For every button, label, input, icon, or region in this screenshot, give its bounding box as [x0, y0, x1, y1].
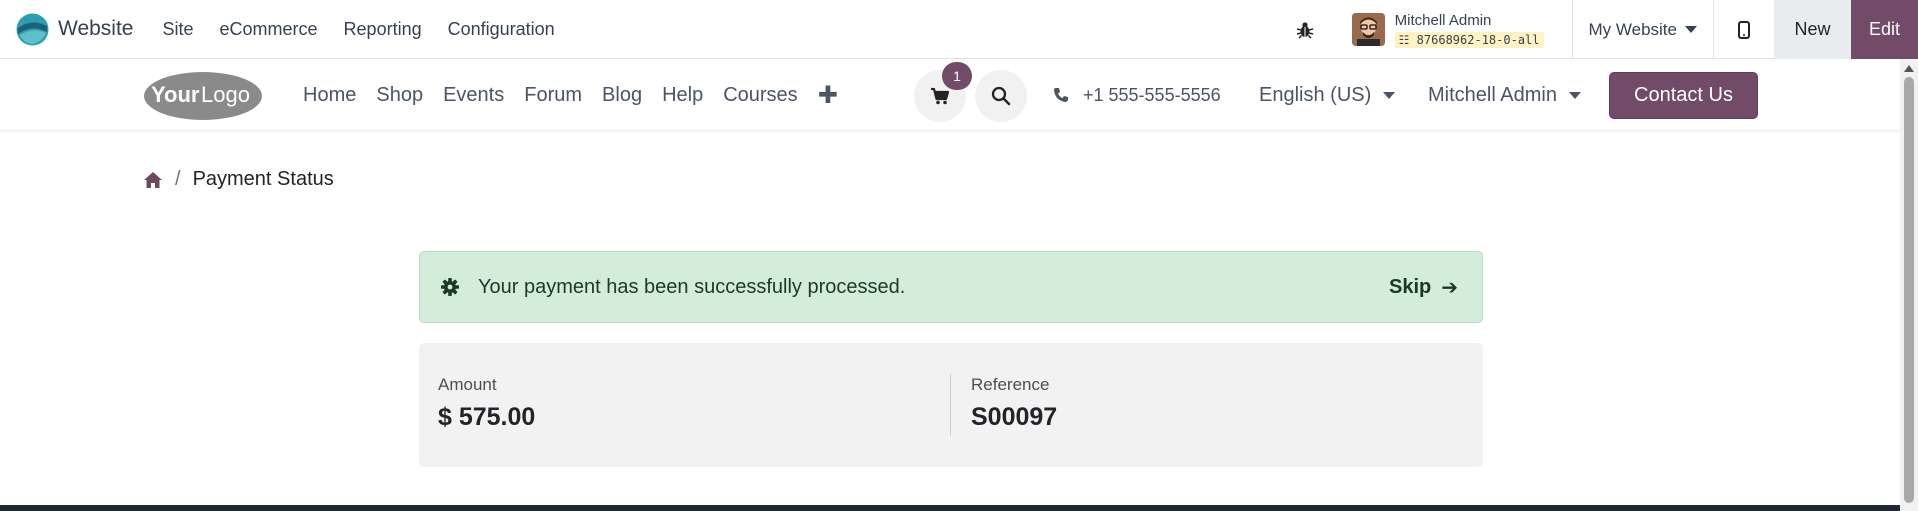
amount-value: $ 575.00	[438, 403, 536, 431]
scroll-thumb[interactable]	[1904, 77, 1914, 503]
database-badge: ☷ 87668962-18-0-all	[1394, 31, 1544, 48]
svg-text:Logo: Logo	[201, 82, 250, 107]
menu-configuration[interactable]: Configuration	[435, 19, 568, 40]
backend-right-tools: Mitchell Admin ☷ 87668962-18-0-all My We…	[1294, 0, 1918, 59]
avatar	[1351, 13, 1385, 46]
chevron-down-icon	[1383, 91, 1396, 99]
nav-help[interactable]: Help	[652, 84, 713, 107]
reference-block: Reference S00097	[971, 375, 1057, 432]
chevron-down-icon	[1568, 91, 1581, 99]
phone-link[interactable]: +1 555-555-5556	[1053, 59, 1221, 131]
website-app-icon	[16, 13, 49, 45]
database-icon: ☷	[1398, 32, 1410, 47]
language-label: English (US)	[1259, 83, 1372, 106]
website-nav: Home Shop Events Forum Blog Help Courses…	[293, 59, 848, 131]
website-selector-label: My Website	[1588, 19, 1678, 39]
column-divider	[950, 374, 951, 436]
backend-menu: Site eCommerce Reporting Configuration	[149, 19, 567, 40]
mobile-phone-icon	[1738, 20, 1750, 39]
contact-us-button[interactable]: Contact Us	[1609, 72, 1758, 119]
edit-button[interactable]: Edit	[1851, 0, 1918, 59]
home-icon[interactable]	[143, 171, 163, 189]
footer-edge	[0, 505, 1900, 511]
page-scrollbar[interactable]	[1900, 59, 1918, 511]
website-selector[interactable]: My Website	[1573, 0, 1714, 59]
breadcrumb-current: Payment Status	[192, 168, 334, 190]
menu-ecommerce[interactable]: eCommerce	[207, 19, 331, 40]
nav-events[interactable]: Events	[433, 84, 514, 107]
account-menu[interactable]: Mitchell Admin	[1428, 59, 1581, 131]
alert-message: Your payment has been successfully proce…	[478, 275, 906, 298]
language-selector[interactable]: English (US)	[1259, 59, 1396, 131]
database-name: 87668962-18-0-all	[1416, 32, 1540, 47]
amount-label: Amount	[438, 375, 497, 394]
search-icon	[991, 86, 1011, 106]
nav-blog[interactable]: Blog	[592, 84, 652, 107]
search-button[interactable]	[975, 70, 1027, 122]
plus-icon[interactable]: ✚	[808, 81, 848, 110]
app-name: Website	[58, 17, 134, 40]
nav-home[interactable]: Home	[293, 84, 366, 107]
app-switcher[interactable]: Website	[16, 0, 133, 59]
cart-icon	[931, 87, 950, 105]
svg-text:Your: Your	[151, 82, 200, 107]
cog-icon	[441, 278, 459, 296]
nav-courses[interactable]: Courses	[713, 84, 807, 107]
chevron-down-icon	[1685, 26, 1697, 33]
debug-bug-icon[interactable]	[1294, 19, 1316, 41]
reference-value: S00097	[971, 403, 1058, 431]
skip-link[interactable]: Skip ➔	[1389, 252, 1458, 322]
breadcrumb: / Payment Status	[143, 168, 334, 191]
reference-label: Reference	[971, 375, 1050, 394]
phone-number: +1 555-555-5556	[1083, 84, 1221, 105]
skip-label: Skip	[1388, 275, 1432, 298]
mobile-preview-button[interactable]	[1714, 0, 1774, 59]
scroll-up-icon[interactable]	[1904, 65, 1914, 72]
cart-button[interactable]: 1	[914, 62, 972, 122]
user-text: Mitchell Admin ☷ 87668962-18-0-all	[1394, 11, 1544, 48]
your-logo[interactable]: Your Logo	[143, 71, 263, 121]
user-menu[interactable]: Mitchell Admin ☷ 87668962-18-0-all	[1351, 0, 1573, 59]
menu-site[interactable]: Site	[149, 19, 206, 40]
nav-forum[interactable]: Forum	[514, 84, 592, 107]
phone-icon	[1054, 88, 1068, 102]
amount-block: Amount $ 575.00	[438, 375, 535, 432]
backend-navbar: Website Site eCommerce Reporting Configu…	[0, 0, 1918, 59]
website-header: Your Logo Home Shop Events Forum Blog He…	[0, 59, 1900, 131]
cart-count-badge: 1	[942, 62, 972, 90]
new-button[interactable]: New	[1774, 0, 1851, 59]
payment-success-alert: Your payment has been successfully proce…	[419, 251, 1483, 323]
nav-shop[interactable]: Shop	[366, 84, 433, 107]
arrow-right-icon: ➔	[1441, 276, 1458, 299]
breadcrumb-separator: /	[175, 168, 181, 190]
account-name: Mitchell Admin	[1428, 83, 1557, 106]
menu-reporting[interactable]: Reporting	[331, 19, 435, 40]
payment-details-card: Amount $ 575.00 Reference S00097	[419, 343, 1483, 467]
user-name: Mitchell Admin	[1394, 11, 1492, 29]
